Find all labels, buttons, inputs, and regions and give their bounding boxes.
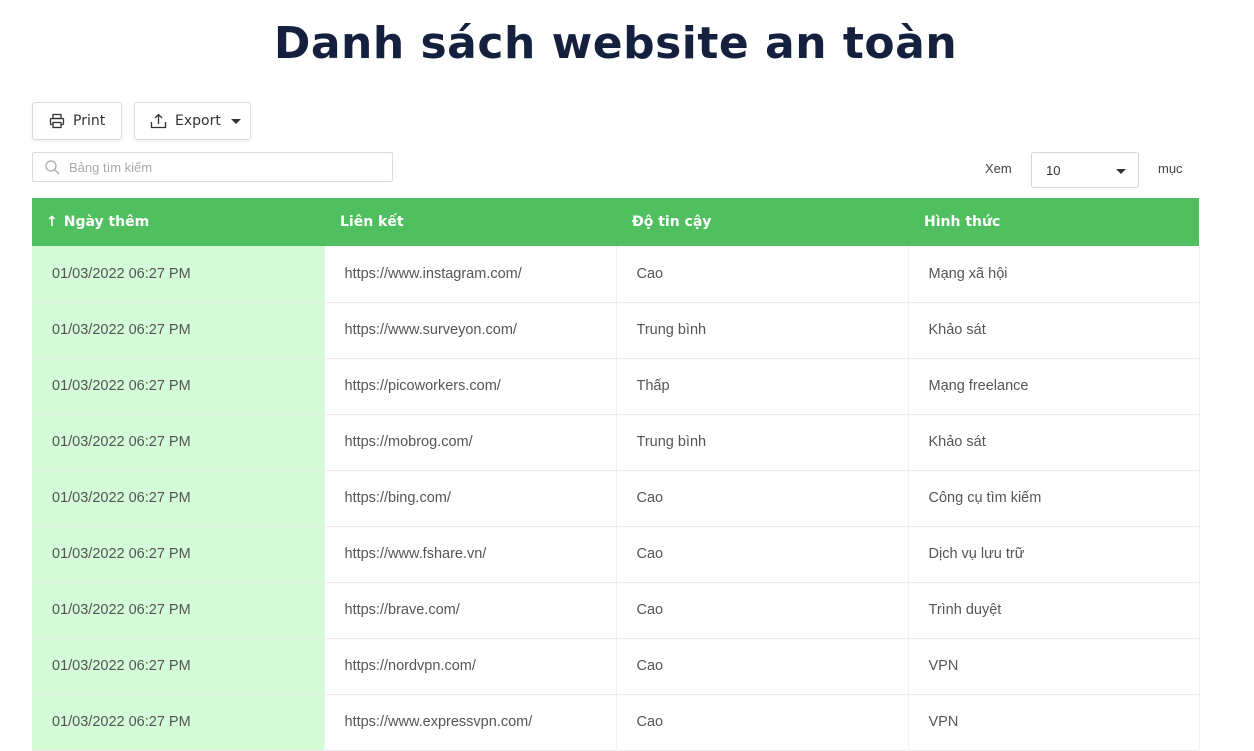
cell-type: Trình duyệt [908,582,1200,638]
cell-link: https://brave.com/ [324,582,617,638]
cell-date: 01/03/2022 06:27 PM [32,302,325,358]
page-title: Danh sách website an toàn [273,18,958,69]
table-row: 01/03/2022 06:27 PM https://picoworkers.c… [32,358,1200,414]
column-header-label: Liên kết [340,214,404,230]
table-row: 01/03/2022 06:27 PM https://brave.com/Cao… [32,582,1200,638]
table-header-row: ↑ Ngày thêm Liên kết Độ tin cậy Hình thức [32,198,1199,246]
cell-type: Dịch vụ lưu trữ [908,526,1200,582]
column-header-link[interactable]: Liên kết [324,198,616,246]
cell-date: 01/03/2022 06:27 PM [32,582,325,638]
cell-trust: Cao [616,246,909,302]
cell-link: https://picoworkers.com/ [324,358,617,414]
cell-link: https://bing.com/ [324,470,617,526]
print-label: Print [73,113,106,129]
cell-type: Công cụ tìm kiếm [908,470,1200,526]
column-header-date-added[interactable]: ↑ Ngày thêm [32,198,324,246]
cell-link: https://www.surveyon.com/ [324,302,617,358]
column-header-label: Hình thức [924,214,1001,230]
export-label: Export [175,113,221,129]
cell-date: 01/03/2022 06:27 PM [32,358,325,414]
search-input[interactable] [67,158,371,176]
cell-link: https://mobrog.com/ [324,414,617,470]
print-button[interactable]: Print [32,102,122,140]
arrow-up-icon: ↑ [46,214,58,230]
cell-trust: Cao [616,526,909,582]
table-row: 01/03/2022 06:27 PM https://bing.com/Cao C… [32,470,1200,526]
page-size-value: 10 [1046,162,1061,178]
cell-type: VPN [908,694,1200,750]
table-row: 01/03/2022 06:27 PM https://nordvpn.com/C… [32,638,1200,694]
cell-date: 01/03/2022 06:27 PM [32,526,325,582]
search-icon [45,159,60,174]
column-header-trust[interactable]: Độ tin cậy [616,198,908,246]
table-row: 01/03/2022 06:27 PM https://www.expressvp… [32,694,1200,750]
column-header-type[interactable]: Hình thức [908,198,1199,246]
cell-date: 01/03/2022 06:27 PM [32,414,325,470]
table-row: 01/03/2022 06:27 PM https://mobrog.com/Tr… [32,414,1200,470]
cell-date: 01/03/2022 06:27 PM [32,246,325,302]
cell-date: 01/03/2022 06:27 PM [32,694,325,750]
cell-type: VPN [908,638,1200,694]
cell-trust: Cao [616,470,909,526]
cell-trust: Cao [616,694,909,750]
upload-icon [150,113,167,129]
table-row: 01/03/2022 06:27 PM https://www.fshare.vn… [32,526,1200,582]
cell-type: Mạng freelance [908,358,1200,414]
page-size-suffix: mục [1158,161,1183,176]
printer-icon [49,113,65,129]
cell-link: https://www.instagram.com/ [324,246,617,302]
cell-date: 01/03/2022 06:27 PM [32,470,325,526]
cell-date: 01/03/2022 06:27 PM [32,638,325,694]
cell-trust: Cao [616,638,909,694]
page-size-label: Xem [985,161,1012,176]
cell-type: Khảo sát [908,414,1200,470]
column-header-label: Ngày thêm [63,214,150,230]
cell-link: https://www.fshare.vn/ [324,526,617,582]
column-header-label: Độ tin cậy [632,214,712,230]
table-row: 01/03/2022 06:27 PM https://www.instagram… [32,246,1200,302]
chevron-down-icon [230,118,241,124]
cell-link: https://nordvpn.com/ [324,638,617,694]
table-search[interactable] [32,152,393,182]
page-size-select[interactable]: 10 [1031,152,1139,188]
cell-trust: Trung bình [616,302,909,358]
cell-trust: Cao [616,582,909,638]
export-button[interactable]: Export [134,102,251,140]
cell-type: Mạng xã hội [908,246,1200,302]
chevron-down-icon [1116,169,1126,174]
table-row: 01/03/2022 06:27 PM https://www.surveyon.… [32,302,1200,358]
cell-trust: Trung bình [616,414,909,470]
websites-table: ↑ Ngày thêm Liên kết Độ tin cậy Hình thức… [32,198,1200,751]
cell-link: https://www.expressvpn.com/ [324,694,617,750]
cell-type: Khảo sát [908,302,1200,358]
cell-trust: Thấp [616,358,909,414]
